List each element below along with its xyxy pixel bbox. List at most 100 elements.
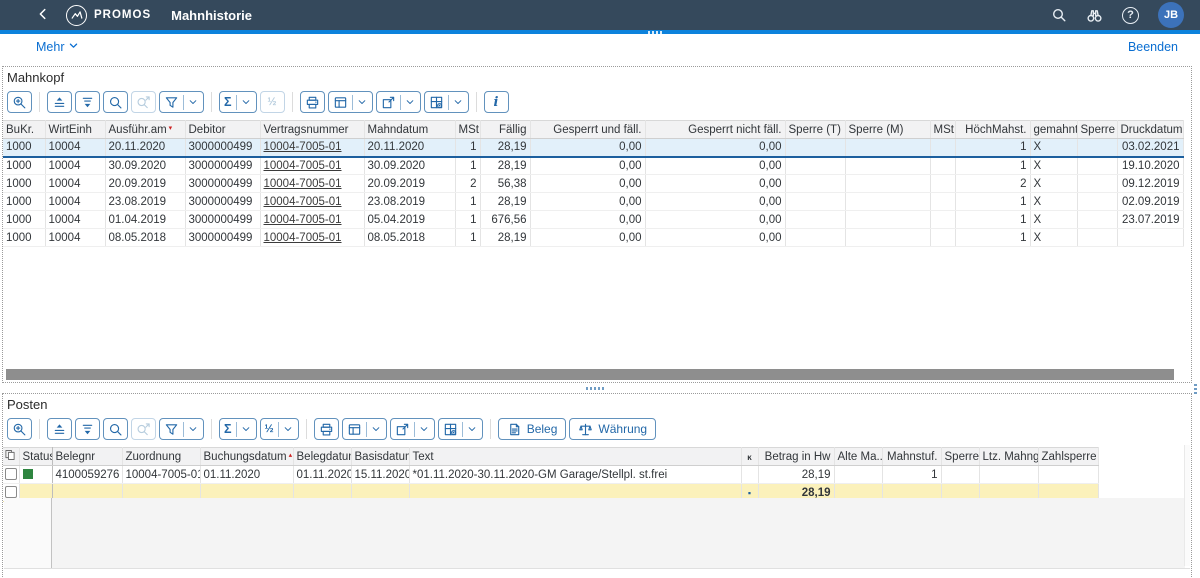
column-header-gesperrt-nicht-f-ll[interactable]: Gesperrt nicht fäll. (645, 121, 785, 139)
cell-debitor[interactable]: 3000000499 (185, 175, 260, 193)
cell-gesperrt-und-f-ll[interactable]: 0,00 (530, 139, 645, 157)
cell-druckdatum[interactable]: 09.12.2019 (1117, 175, 1183, 193)
table-row[interactable]: 10001000401.04.2019300000049910004-7005-… (3, 211, 1183, 229)
sort-descending-button[interactable] (75, 418, 100, 440)
cell-f-llig[interactable]: 28,19 (480, 157, 530, 175)
sort-descending-button[interactable] (75, 91, 100, 113)
column-header-h-chmahst[interactable]: HöchMahst. (955, 121, 1030, 139)
cell-mst[interactable] (930, 139, 955, 157)
cell-status[interactable] (19, 466, 52, 484)
cell-f-llig[interactable]: 28,19 (480, 139, 530, 157)
cell-sperre[interactable] (1077, 193, 1117, 211)
sort-ascending-button[interactable] (47, 418, 72, 440)
cell-wirteinh[interactable]: 10004 (45, 139, 105, 157)
cell-mst[interactable] (930, 175, 955, 193)
column-header-alte-ma[interactable]: Alte Ma... (834, 448, 882, 466)
cell-druckdatum[interactable]: 23.07.2019 (1117, 211, 1183, 229)
cell-gesperrt-nicht-f-ll[interactable]: 0,00 (645, 229, 785, 247)
cell-mst[interactable]: 1 (455, 211, 480, 229)
mehr-menu-button[interactable]: Mehr (36, 40, 79, 54)
cell-mst[interactable]: 1 (455, 139, 480, 157)
cell-buchungsdatum[interactable]: 01.11.2020 (200, 466, 293, 484)
cell-sperre-m[interactable] (845, 229, 930, 247)
cell-sperre[interactable] (1077, 229, 1117, 247)
column-header-druckdatum[interactable]: Druckdatum (1117, 121, 1183, 139)
cell-vertragsnummer[interactable]: 10004-7005-01 (260, 139, 364, 157)
cell-sperre-t[interactable] (785, 193, 845, 211)
cell-vertragsnummer[interactable]: 10004-7005-01 (260, 157, 364, 175)
export-button[interactable] (376, 91, 421, 113)
help-icon[interactable]: ? (1122, 7, 1139, 24)
cell-sperre-t[interactable] (785, 175, 845, 193)
back-button[interactable] (36, 7, 50, 24)
column-header-text[interactable]: Text (409, 448, 741, 466)
cell-betrag-in-hw[interactable]: 28,19 (758, 466, 834, 484)
cell-wirteinh[interactable]: 10004 (45, 193, 105, 211)
cell-selection[interactable] (3, 466, 19, 484)
cell-f-llig[interactable]: 56,38 (480, 175, 530, 193)
cell-ausf-hr-am[interactable]: 20.09.2019 (105, 175, 185, 193)
cell-sperre-t[interactable] (785, 139, 845, 157)
cell-ausf-hr-am[interactable]: 30.09.2020 (105, 157, 185, 175)
column-header-sperre[interactable]: Sperre (941, 448, 979, 466)
cell-gesperrt-nicht-f-ll[interactable]: 0,00 (645, 211, 785, 229)
panel-splitter-grip-right[interactable] (1194, 384, 1197, 396)
print-button[interactable] (300, 91, 325, 113)
cell-sperre[interactable] (1077, 139, 1117, 157)
cell-bukr[interactable]: 1000 (3, 175, 45, 193)
views-button[interactable] (342, 418, 387, 440)
table-row[interactable]: 410005927610004-7005-0101.11.202001.11.2… (3, 466, 1098, 484)
cell-h-chmahst[interactable]: 1 (955, 139, 1030, 157)
column-header-ausf-hr-am[interactable]: Ausführ.am▾ (105, 121, 185, 139)
cell-zuordnung[interactable]: 10004-7005-01 (122, 466, 200, 484)
filter-dropdown-chevron-icon[interactable] (183, 95, 199, 110)
cell-gemahnt[interactable]: X (1030, 175, 1077, 193)
cell-mst[interactable]: 2 (455, 175, 480, 193)
cell-druckdatum[interactable]: 03.02.2021 (1117, 139, 1183, 157)
cell-gesperrt-nicht-f-ll[interactable]: 0,00 (645, 175, 785, 193)
column-header-basisdatum[interactable]: Basisdatum (351, 448, 409, 466)
export-dropdown-chevron-icon[interactable] (400, 95, 416, 110)
export-button[interactable] (390, 418, 435, 440)
vertragsnummer-link[interactable]: 10004-7005-01 (264, 232, 342, 244)
vertragsnummer-link[interactable]: 10004-7005-01 (264, 214, 342, 226)
column-header-bukr[interactable]: BuKr. (3, 121, 45, 139)
cell-gemahnt[interactable]: X (1030, 211, 1077, 229)
avatar[interactable]: JB (1158, 2, 1184, 28)
cell-sperre-t[interactable] (785, 211, 845, 229)
cell-ausf-hr-am[interactable]: 01.04.2019 (105, 211, 185, 229)
column-header-status[interactable]: Status (19, 448, 52, 466)
cell-mst[interactable] (930, 229, 955, 247)
sort-ascending-button[interactable] (47, 91, 72, 113)
cell-gesperrt-und-f-ll[interactable]: 0,00 (530, 229, 645, 247)
vertragsnummer-link[interactable]: 10004-7005-01 (264, 196, 342, 208)
column-header-gesperrt-und-f-ll[interactable]: Gesperrt und fäll. (530, 121, 645, 139)
cell-gesperrt-nicht-f-ll[interactable]: 0,00 (645, 157, 785, 175)
cell-h-chmahst[interactable]: 1 (955, 211, 1030, 229)
cell-mst[interactable]: 1 (455, 157, 480, 175)
sum-dropdown-chevron-icon[interactable] (236, 95, 252, 110)
cell-f-llig[interactable]: 676,56 (480, 211, 530, 229)
cell-mahndatum[interactable]: 30.09.2020 (364, 157, 455, 175)
cell-sperre-m[interactable] (845, 211, 930, 229)
column-header-gemahnt[interactable]: gemahnt (1030, 121, 1077, 139)
posten-vscrollbar-track[interactable] (1184, 445, 1190, 566)
cell-gesperrt-nicht-f-ll[interactable]: 0,00 (645, 139, 785, 157)
subtotal-dropdown-chevron-icon[interactable] (278, 422, 294, 437)
cell-gesperrt-nicht-f-ll[interactable]: 0,00 (645, 193, 785, 211)
beleg-button[interactable]: Beleg (498, 418, 567, 440)
subtotal-button[interactable]: ½ (260, 418, 299, 440)
cell-ausf-hr-am[interactable]: 08.05.2018 (105, 229, 185, 247)
cell-mahndatum[interactable]: 23.08.2019 (364, 193, 455, 211)
find-button[interactable] (103, 91, 128, 113)
table-row[interactable]: 10001000423.08.2019300000049910004-7005-… (3, 193, 1183, 211)
views-button[interactable] (328, 91, 373, 113)
column-header-debitor[interactable]: Debitor (185, 121, 260, 139)
filter-button[interactable] (159, 91, 204, 113)
column-header-vertragsnummer[interactable]: Vertragsnummer (260, 121, 364, 139)
column-header-mahndatum[interactable]: Mahndatum (364, 121, 455, 139)
cell-vertragsnummer[interactable]: 10004-7005-01 (260, 229, 364, 247)
cell-mst[interactable]: 1 (455, 229, 480, 247)
table-row[interactable]: 10001000420.09.2019300000049910004-7005-… (3, 175, 1183, 193)
beenden-button[interactable]: Beenden (1128, 40, 1178, 54)
